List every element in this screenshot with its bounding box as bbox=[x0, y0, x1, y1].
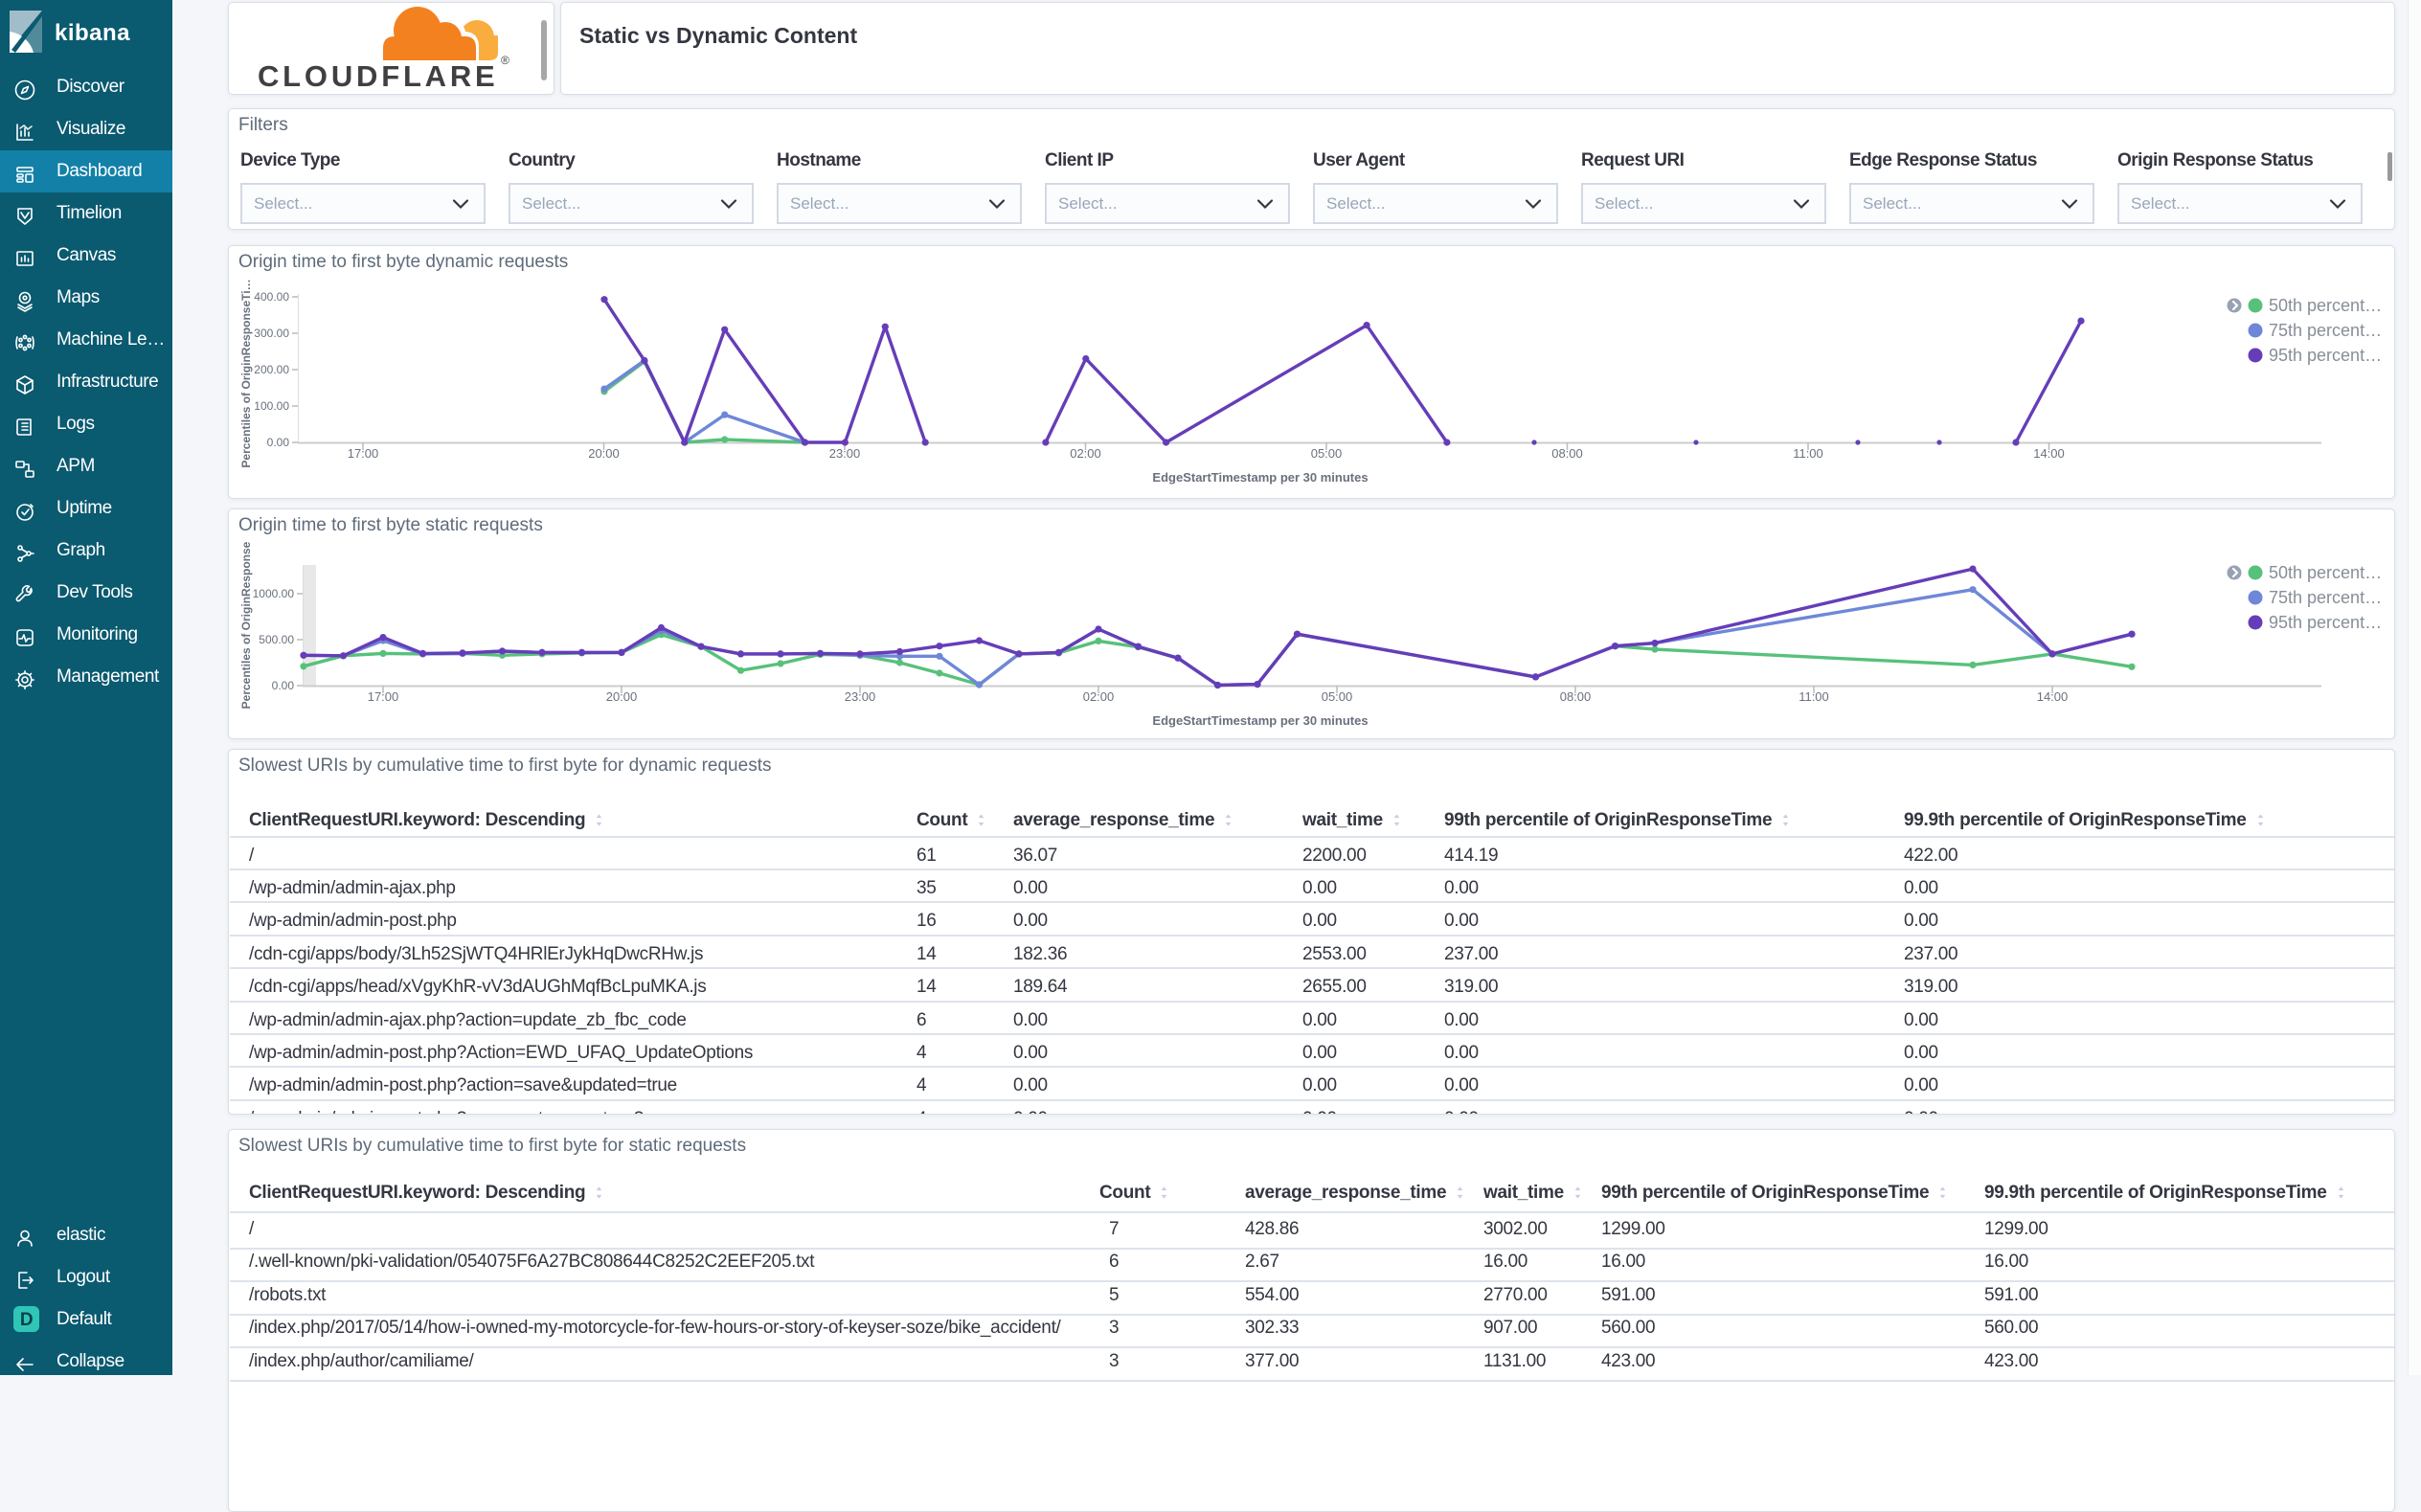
svg-text:50th percent…: 50th percent… bbox=[2269, 563, 2382, 582]
svg-text:EdgeStartTimestamp per 30 minu: EdgeStartTimestamp per 30 minutes bbox=[1152, 713, 1368, 728]
svg-text:75th percent…: 75th percent… bbox=[2269, 321, 2382, 340]
svg-text:75th percent…: 75th percent… bbox=[2269, 588, 2382, 607]
svg-text:08:00: 08:00 bbox=[1560, 689, 1592, 704]
svg-text:20:00: 20:00 bbox=[606, 689, 638, 704]
svg-text:20:00: 20:00 bbox=[588, 446, 620, 461]
svg-text:14:00: 14:00 bbox=[2037, 689, 2069, 704]
svg-text:200.00: 200.00 bbox=[254, 363, 289, 376]
svg-text:02:00: 02:00 bbox=[1070, 446, 1101, 461]
svg-text:17:00: 17:00 bbox=[348, 446, 379, 461]
svg-text:14:00: 14:00 bbox=[2033, 446, 2065, 461]
svg-text:95th percent…: 95th percent… bbox=[2269, 613, 2382, 632]
svg-text:Percentiles of OriginResponseT: Percentiles of OriginResponseTi… bbox=[239, 279, 253, 467]
svg-text:95th percent…: 95th percent… bbox=[2269, 346, 2382, 365]
svg-text:EdgeStartTimestamp per 30 minu: EdgeStartTimestamp per 30 minutes bbox=[1152, 470, 1368, 485]
svg-text:05:00: 05:00 bbox=[1322, 689, 1353, 704]
svg-text:05:00: 05:00 bbox=[1311, 446, 1343, 461]
svg-text:11:00: 11:00 bbox=[1793, 446, 1823, 461]
svg-text:08:00: 08:00 bbox=[1551, 446, 1583, 461]
svg-text:400.00: 400.00 bbox=[254, 290, 289, 304]
svg-text:0.00: 0.00 bbox=[272, 679, 295, 692]
svg-text:1000.00: 1000.00 bbox=[253, 587, 295, 600]
svg-text:100.00: 100.00 bbox=[254, 399, 289, 413]
svg-text:02:00: 02:00 bbox=[1083, 689, 1115, 704]
svg-text:11:00: 11:00 bbox=[1799, 689, 1829, 704]
svg-text:®: ® bbox=[501, 54, 509, 67]
svg-text:23:00: 23:00 bbox=[829, 446, 861, 461]
svg-text:0.00: 0.00 bbox=[267, 436, 290, 449]
svg-text:CLOUDFLARE: CLOUDFLARE bbox=[258, 59, 499, 93]
svg-text:D: D bbox=[20, 1310, 33, 1330]
svg-text:50th percent…: 50th percent… bbox=[2269, 296, 2382, 315]
svg-text:Percentiles of OriginResponse: Percentiles of OriginResponse bbox=[239, 541, 253, 709]
svg-text:17:00: 17:00 bbox=[368, 689, 399, 704]
svg-text:23:00: 23:00 bbox=[845, 689, 876, 704]
svg-text:300.00: 300.00 bbox=[254, 327, 289, 340]
svg-text:500.00: 500.00 bbox=[259, 633, 294, 646]
